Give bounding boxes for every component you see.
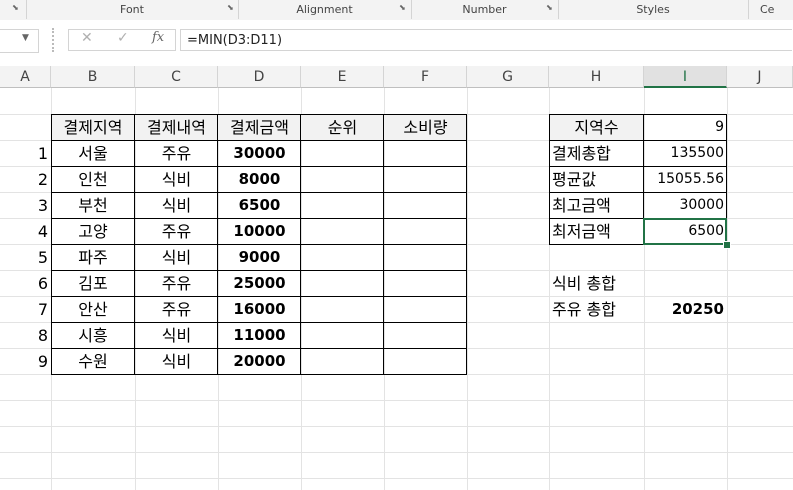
grid-line bbox=[0, 426, 793, 427]
ribbon-group-number: Number bbox=[462, 3, 507, 16]
grid-line bbox=[467, 88, 468, 490]
name-box-dropdown-icon[interactable]: ▼ bbox=[22, 33, 29, 43]
table-border bbox=[51, 374, 467, 375]
type-cell[interactable]: 주유 bbox=[135, 141, 218, 166]
region-cell[interactable]: 수원 bbox=[51, 349, 135, 374]
region-cell[interactable]: 파주 bbox=[51, 245, 135, 270]
header-cell-type[interactable]: 결제내역 bbox=[135, 115, 218, 140]
row-number-cell[interactable]: 1 bbox=[0, 141, 51, 166]
type-cell[interactable]: 주유 bbox=[135, 219, 218, 244]
header-cell-consumption[interactable]: 소비량 bbox=[384, 115, 467, 140]
type-cell[interactable]: 식비 bbox=[135, 349, 218, 374]
summary-label-total[interactable]: 결제총합 bbox=[549, 141, 644, 166]
summary-value-total[interactable]: 135500 bbox=[644, 141, 727, 166]
ribbon-group-alignment: Alignment bbox=[296, 3, 353, 16]
column-header-j[interactable]: J bbox=[727, 66, 793, 88]
alignment-dialog-launcher-icon[interactable]: ⬊ bbox=[399, 3, 408, 12]
column-header-i[interactable]: I bbox=[644, 66, 727, 88]
formula-bar: ▼ ✕ ✓ fx =MIN(D3:D11) bbox=[0, 20, 793, 67]
type-cell[interactable]: 식비 bbox=[135, 245, 218, 270]
summary-label-max[interactable]: 최고금액 bbox=[549, 193, 644, 218]
region-cell[interactable]: 김포 bbox=[51, 271, 135, 296]
row-number-cell[interactable]: 7 bbox=[0, 297, 51, 322]
row-number-cell[interactable]: 4 bbox=[0, 219, 51, 244]
grid-line bbox=[0, 478, 793, 479]
region-cell[interactable]: 시흥 bbox=[51, 323, 135, 348]
region-cell[interactable]: 서울 bbox=[51, 141, 135, 166]
fuel-total-value[interactable]: 20250 bbox=[644, 297, 727, 322]
column-header-h[interactable]: H bbox=[549, 66, 644, 88]
ribbon-group-cells: Ce bbox=[760, 3, 775, 16]
row-number-cell[interactable]: 9 bbox=[0, 349, 51, 374]
amount-cell[interactable]: 9000 bbox=[218, 245, 301, 270]
type-cell[interactable]: 주유 bbox=[135, 271, 218, 296]
table-border bbox=[383, 114, 384, 375]
summary-border bbox=[549, 244, 645, 245]
formula-bar-resize-handle[interactable] bbox=[52, 28, 57, 52]
column-header-a[interactable]: A bbox=[0, 66, 51, 88]
fuel-total-label[interactable]: 주유 총합 bbox=[549, 297, 644, 322]
region-cell[interactable]: 부천 bbox=[51, 193, 135, 218]
amount-cell[interactable]: 16000 bbox=[218, 297, 301, 322]
type-cell[interactable]: 주유 bbox=[135, 297, 218, 322]
row-number-cell[interactable]: 6 bbox=[0, 271, 51, 296]
amount-cell[interactable]: 25000 bbox=[218, 271, 301, 296]
region-cell[interactable]: 안산 bbox=[51, 297, 135, 322]
grid-line bbox=[0, 400, 793, 401]
cancel-icon[interactable]: ✕ bbox=[81, 30, 93, 46]
summary-value-count[interactable]: 9 bbox=[644, 115, 727, 140]
header-cell-amount[interactable]: 결제금액 bbox=[218, 115, 301, 140]
dialog-launcher-icon[interactable]: ⬊ bbox=[12, 3, 21, 12]
summary-value-average[interactable]: 15055.56 bbox=[644, 167, 727, 192]
type-cell[interactable]: 식비 bbox=[135, 193, 218, 218]
food-total-label[interactable]: 식비 총합 bbox=[549, 271, 644, 296]
region-cell[interactable]: 인천 bbox=[51, 167, 135, 192]
number-dialog-launcher-icon[interactable]: ⬊ bbox=[546, 3, 555, 12]
summary-label-average[interactable]: 평균값 bbox=[549, 167, 644, 192]
amount-cell[interactable]: 6500 bbox=[218, 193, 301, 218]
column-header-c[interactable]: C bbox=[135, 66, 218, 88]
type-cell[interactable]: 식비 bbox=[135, 167, 218, 192]
type-cell[interactable]: 식비 bbox=[135, 323, 218, 348]
amount-cell[interactable]: 8000 bbox=[218, 167, 301, 192]
header-cell-rank[interactable]: 순위 bbox=[301, 115, 384, 140]
column-header-g[interactable]: G bbox=[467, 66, 549, 88]
column-header-e[interactable]: E bbox=[301, 66, 384, 88]
summary-label-count[interactable]: 지역수 bbox=[549, 115, 644, 140]
grid-line bbox=[0, 452, 793, 453]
column-header-f[interactable]: F bbox=[384, 66, 467, 88]
column-header-b[interactable]: B bbox=[51, 66, 135, 88]
ribbon-group-bar: ⬊ Font ⬊ Alignment ⬊ Number ⬊ Styles Ce bbox=[0, 0, 793, 21]
summary-value-max[interactable]: 30000 bbox=[644, 193, 727, 218]
row-number-cell[interactable]: 8 bbox=[0, 323, 51, 348]
formula-input[interactable]: =MIN(D3:D11) bbox=[180, 29, 792, 51]
enter-icon[interactable]: ✓ bbox=[117, 30, 129, 46]
row-number-cell[interactable]: 3 bbox=[0, 193, 51, 218]
header-cell-region[interactable]: 결제지역 bbox=[51, 115, 135, 140]
amount-cell[interactable]: 10000 bbox=[218, 219, 301, 244]
amount-cell[interactable]: 11000 bbox=[218, 323, 301, 348]
column-header-d[interactable]: D bbox=[218, 66, 301, 88]
ribbon-group-styles: Styles bbox=[636, 3, 670, 16]
group-separator bbox=[748, 0, 749, 19]
table-border bbox=[466, 114, 467, 375]
ribbon-group-font: Font bbox=[120, 3, 144, 16]
grid-line bbox=[727, 88, 728, 490]
amount-cell[interactable]: 30000 bbox=[218, 141, 301, 166]
font-dialog-launcher-icon[interactable]: ⬊ bbox=[227, 3, 236, 12]
region-cell[interactable]: 고양 bbox=[51, 219, 135, 244]
row-number-cell[interactable]: 5 bbox=[0, 245, 51, 270]
row-number-cell[interactable]: 2 bbox=[0, 167, 51, 192]
amount-cell[interactable]: 20000 bbox=[218, 349, 301, 374]
fill-handle[interactable] bbox=[723, 241, 731, 249]
summary-label-min[interactable]: 최저금액 bbox=[549, 219, 644, 244]
insert-function-icon[interactable]: fx bbox=[152, 30, 164, 45]
name-box[interactable] bbox=[0, 29, 39, 53]
active-cell-selection[interactable] bbox=[643, 218, 727, 245]
